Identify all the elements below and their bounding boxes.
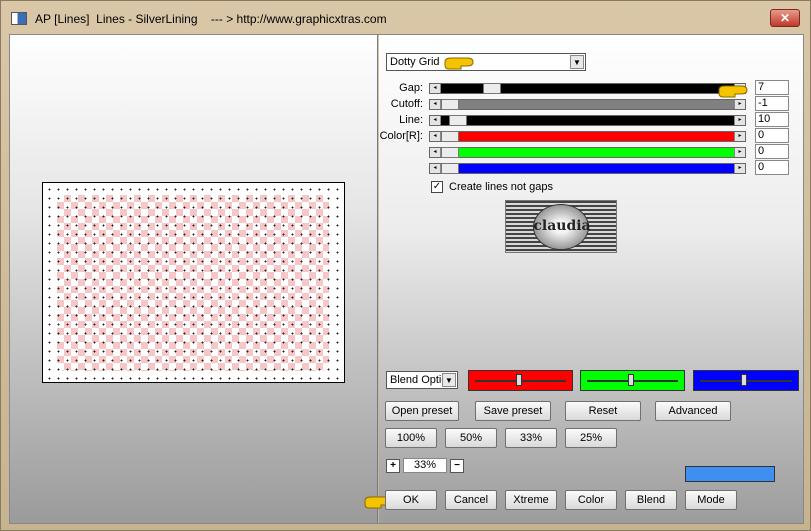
pointing-hand-icon [444,57,474,70]
preset-dropdown-value: Dotty Grid [390,56,440,68]
cancel-button[interactable]: Cancel [445,490,497,510]
advanced-button[interactable]: Advanced [655,401,731,421]
slider-track[interactable] [441,99,734,110]
blend-options-dropdown[interactable]: Blend Optic ▼ [386,371,458,389]
slider-track[interactable] [441,147,734,158]
title-bar: AP [Lines] Lines - SilverLining --- > ht… [5,5,808,31]
slider-left-arrow-icon[interactable]: ◂ [430,84,441,93]
param-value-field[interactable]: 0 [755,160,789,175]
slider-thumb[interactable] [483,83,501,94]
slider-left-arrow-icon[interactable]: ◂ [430,148,441,157]
preview-pane [10,35,378,523]
blend-slider-green[interactable] [580,370,685,391]
slider-right-arrow-icon[interactable]: ▸ [734,148,745,157]
window-title: AP [Lines] Lines - SilverLining --- > ht… [35,12,387,26]
dialog-client: Dotty Grid ▼ Gap:◂▸7Cutoff:◂▸-1Line:◂▸10… [9,34,804,524]
blend-slider-knob[interactable] [741,374,747,386]
slider-track[interactable] [441,115,734,126]
param-label: Line: [399,114,423,126]
zoom-33-button[interactable]: 33% [505,428,557,448]
param-value-field[interactable]: 0 [755,128,789,143]
app-icon [11,12,27,25]
slider-right-arrow-icon[interactable]: ▸ [734,100,745,109]
blend-options-value: Blend Optic [390,374,447,386]
param-slider[interactable]: ◂▸ [429,147,746,158]
window-frame: AP [Lines] Lines - SilverLining --- > ht… [0,0,811,531]
param-value-field[interactable]: 7 [755,80,789,95]
slider-thumb[interactable] [441,163,459,174]
blend-slider-knob[interactable] [516,374,522,386]
slider-left-arrow-icon[interactable]: ◂ [430,132,441,141]
zoom-in-button[interactable]: + [386,459,400,473]
param-slider[interactable]: ◂▸ [429,115,746,126]
preset-dropdown[interactable]: Dotty Grid ▼ [386,53,586,71]
ok-button[interactable]: OK [385,490,437,510]
slider-thumb[interactable] [449,115,467,126]
color-button[interactable]: Color [565,490,617,510]
create-lines-label: Create lines not gaps [449,181,553,193]
zoom-50-button[interactable]: 50% [445,428,497,448]
param-slider[interactable]: ◂▸ [429,131,746,142]
param-value-field[interactable]: 0 [755,144,789,159]
zoom-value: 33% [403,458,447,473]
save-preset-button[interactable]: Save preset [475,401,551,421]
zoom-out-button[interactable]: − [450,459,464,473]
color-swatch[interactable] [685,466,775,482]
slider-thumb[interactable] [441,147,459,158]
param-slider[interactable]: ◂▸ [429,83,746,94]
slider-right-arrow-icon[interactable]: ▸ [734,116,745,125]
create-lines-checkbox[interactable]: ✓ [431,181,443,193]
slider-left-arrow-icon[interactable]: ◂ [430,100,441,109]
preview-dot-grid [43,183,344,382]
param-value-field[interactable]: 10 [755,112,789,127]
logo-text: claudia [533,218,591,234]
close-button[interactable]: ✕ [770,9,800,27]
slider-track[interactable] [441,131,734,142]
zoom-100-button[interactable]: 100% [385,428,437,448]
claudia-logo: claudia [505,200,617,253]
blend-button[interactable]: Blend [625,490,677,510]
param-value-field[interactable]: -1 [755,96,789,111]
param-label: Gap: [399,82,423,94]
xtreme-button[interactable]: Xtreme [505,490,557,510]
slider-thumb[interactable] [441,131,459,142]
open-preset-button[interactable]: Open preset [385,401,459,421]
chevron-down-icon[interactable]: ▼ [442,373,456,387]
zoom-25-button[interactable]: 25% [565,428,617,448]
pointing-hand-icon [718,85,748,98]
slider-right-arrow-icon[interactable]: ▸ [734,132,745,141]
controls-pane: Dotty Grid ▼ Gap:◂▸7Cutoff:◂▸-1Line:◂▸10… [364,35,803,523]
slider-thumb[interactable] [441,99,459,110]
blend-slider-knob[interactable] [628,374,634,386]
param-slider[interactable]: ◂▸ [429,163,746,174]
param-label: Color[R]: [379,130,423,142]
slider-left-arrow-icon[interactable]: ◂ [430,164,441,173]
slider-track[interactable] [441,83,734,94]
preview-image[interactable] [42,182,345,383]
blend-slider-red[interactable] [468,370,573,391]
param-slider[interactable]: ◂▸ [429,99,746,110]
slider-track[interactable] [441,163,734,174]
reset-button[interactable]: Reset [565,401,641,421]
blend-slider-blue[interactable] [693,370,799,391]
mode-button[interactable]: Mode [685,490,737,510]
slider-right-arrow-icon[interactable]: ▸ [734,164,745,173]
param-label: Cutoff: [390,98,423,110]
chevron-down-icon[interactable]: ▼ [570,55,584,69]
slider-left-arrow-icon[interactable]: ◂ [430,116,441,125]
